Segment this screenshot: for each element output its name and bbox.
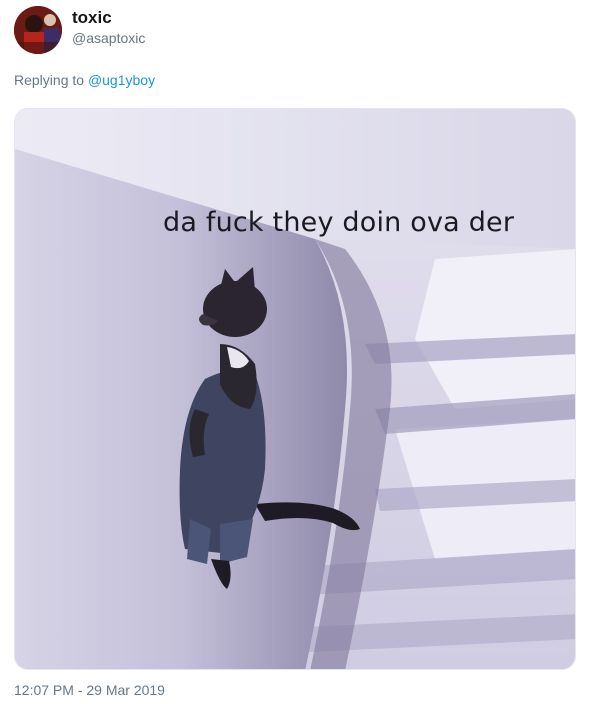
meme-caption: da fuck they doin ova der [163, 207, 515, 238]
replying-to-link[interactable]: @ug1yboy [88, 72, 155, 88]
tweet-header: toxic @asaptoxic [14, 6, 145, 54]
replying-to-label: Replying to [14, 72, 85, 88]
tweet-media-photo[interactable]: da fuck they doin ova der [14, 108, 576, 670]
avatar[interactable] [14, 6, 62, 54]
display-name[interactable]: toxic [72, 7, 145, 29]
replying-to-line: Replying to @ug1yboy [14, 72, 155, 88]
tweet-card: toxic @asaptoxic Replying to @ug1yboy da… [0, 0, 592, 704]
cat-photo-icon [15, 109, 575, 669]
tweet-timestamp[interactable]: 12:07 PM - 29 Mar 2019 [14, 682, 165, 698]
user-handle[interactable]: @asaptoxic [72, 29, 145, 47]
avatar-image [14, 6, 62, 54]
author-names: toxic @asaptoxic [72, 7, 145, 47]
